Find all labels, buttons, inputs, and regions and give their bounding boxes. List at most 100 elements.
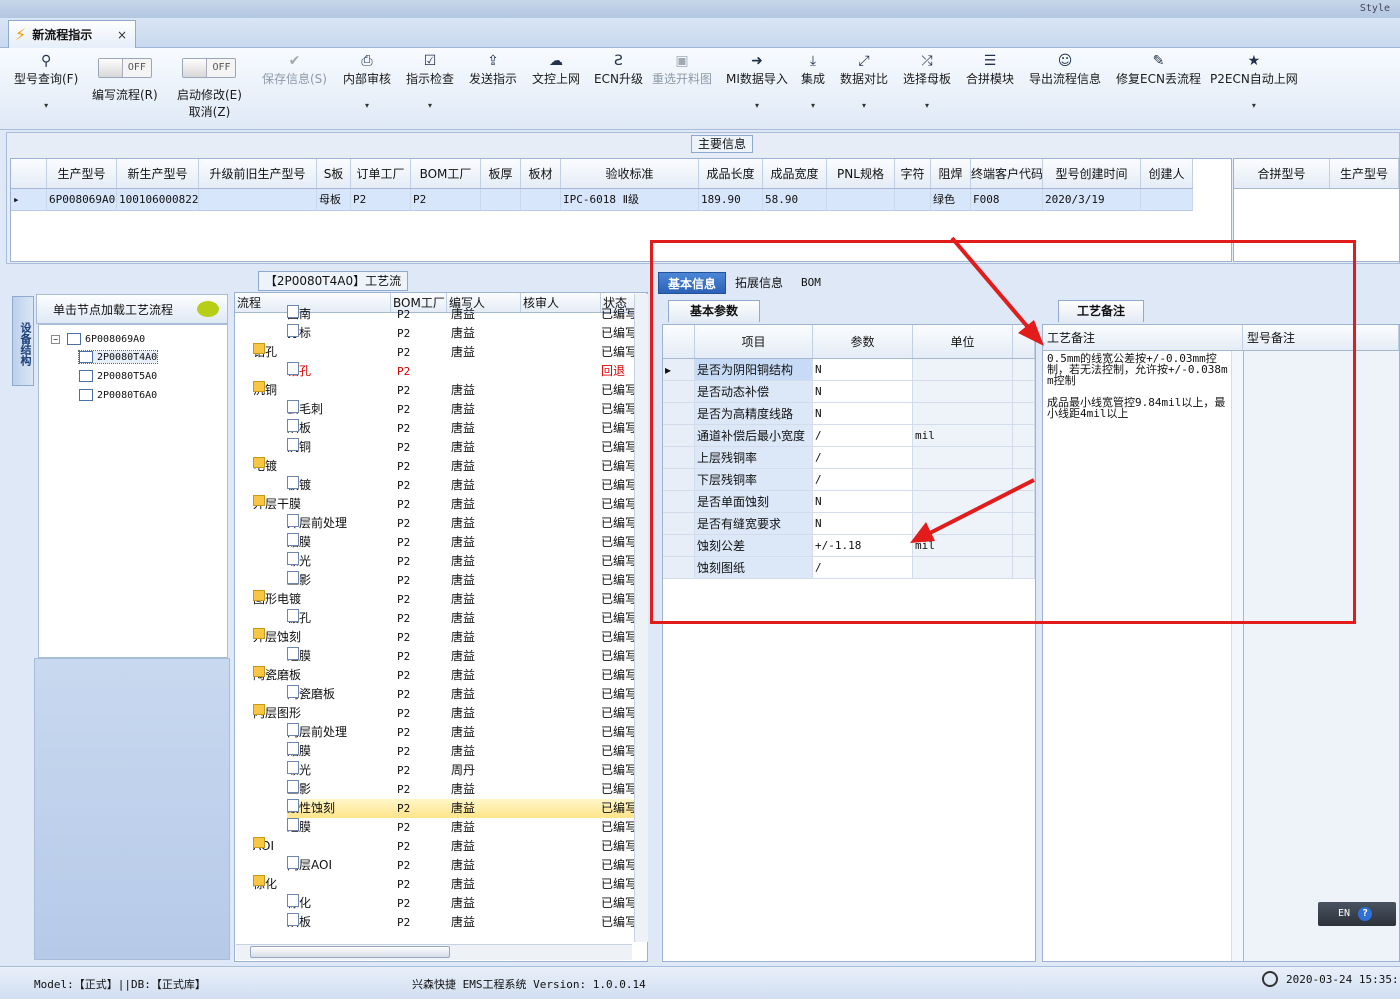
- flow-vertical-scrollbar[interactable]: [634, 294, 648, 942]
- speech-bubble-icon[interactable]: [197, 301, 219, 317]
- flow-row[interactable]: 棕化 P2 唐益 已编写: [235, 894, 637, 913]
- tab-bom[interactable]: BOM: [792, 272, 830, 294]
- table-cell[interactable]: 绿色: [931, 189, 971, 210]
- param-unit[interactable]: mil: [913, 535, 1013, 556]
- flow-row[interactable]: −棕化P2唐益已编写: [235, 875, 637, 894]
- param-unit[interactable]: [913, 381, 1013, 402]
- instruction-check-button[interactable]: ☑ 指示检查 ▾: [406, 52, 454, 110]
- param-row[interactable]: 是否单面蚀刻 N: [663, 491, 1035, 513]
- write-flow-toggle[interactable]: OFF 编写流程(R): [92, 52, 158, 103]
- flow-row[interactable]: 内层前处理 P2 唐益 已编写: [235, 723, 637, 742]
- p2ecn-auto-online-button[interactable]: ★ P2ECN自动上网 ▾: [1210, 52, 1298, 110]
- flow-row[interactable]: 酸性蚀刻 P2 唐益 已编写: [287, 799, 637, 818]
- param-unit[interactable]: [913, 359, 1013, 380]
- param-row[interactable]: ▸ 是否为阴阳铜结构 N: [663, 359, 1035, 381]
- table-row[interactable]: ▸6P008069A010010600082240母板P2P2IPC-6018 …: [11, 189, 1193, 211]
- chevron-down-icon[interactable]: ▾: [862, 101, 866, 110]
- start-modify-toggle[interactable]: OFF 启动修改(E) 取消(Z): [177, 52, 242, 120]
- flow-row[interactable]: −图形电镀P2唐益已编写: [235, 590, 637, 609]
- flow-row[interactable]: 陶瓷磨板 P2 唐益 已编写: [235, 685, 637, 704]
- flow-row[interactable]: 镀孔 P2 唐益 已编写: [235, 609, 637, 628]
- table-cell[interactable]: F008: [971, 189, 1043, 210]
- param-unit[interactable]: mil: [913, 425, 1013, 446]
- param-row[interactable]: 是否有缝宽要求 N: [663, 513, 1035, 535]
- param-unit[interactable]: [913, 469, 1013, 490]
- column-header[interactable]: 订单工厂: [351, 159, 411, 188]
- table-cell[interactable]: IPC-6018 Ⅱ级: [561, 189, 699, 210]
- document-tab[interactable]: ⚡ 新流程指示 ×: [8, 20, 136, 48]
- param-row[interactable]: 下层残铜率 /: [663, 469, 1035, 491]
- column-header[interactable]: PNL规格: [827, 159, 895, 188]
- flow-row[interactable]: 贴膜 P2 唐益 已编写: [235, 533, 637, 552]
- column-header[interactable]: 阻焊: [931, 159, 971, 188]
- param-row[interactable]: 是否动态补偿 N: [663, 381, 1035, 403]
- table-cell[interactable]: [895, 189, 931, 210]
- param-unit[interactable]: [913, 557, 1013, 578]
- chevron-down-icon[interactable]: ▾: [428, 101, 432, 110]
- flow-row[interactable]: −内层图形P2唐益已编写: [235, 704, 637, 723]
- column-header[interactable]: 字符: [895, 159, 931, 188]
- chevron-down-icon[interactable]: ▾: [365, 101, 369, 110]
- column-header[interactable]: 成品宽度: [763, 159, 827, 188]
- param-unit[interactable]: [913, 491, 1013, 512]
- table-cell[interactable]: [199, 189, 317, 210]
- param-value[interactable]: N: [813, 403, 913, 424]
- flow-row[interactable]: 去毛刺 P2 唐益 已编写: [235, 400, 637, 419]
- flow-row[interactable]: −钻孔P2唐益已编写: [235, 343, 637, 362]
- equipment-structure-tab[interactable]: 设备结构: [12, 296, 34, 386]
- table-cell[interactable]: P2: [351, 189, 411, 210]
- param-row[interactable]: 蚀刻公差 +/-1.18 mil: [663, 535, 1035, 557]
- param-value[interactable]: N: [813, 491, 913, 512]
- param-row[interactable]: 是否为高精度线路 N: [663, 403, 1035, 425]
- column-header[interactable]: 板材: [521, 159, 561, 188]
- doc-control-online-button[interactable]: ☁ 文控上网: [532, 52, 580, 87]
- chevron-down-icon[interactable]: ▾: [1252, 101, 1256, 110]
- flow-row[interactable]: 外层前处理 P2 唐益 已编写: [235, 514, 637, 533]
- tree-node[interactable]: 2P0080T6A0: [79, 389, 157, 401]
- chevron-down-icon[interactable]: ▾: [755, 101, 759, 110]
- column-header[interactable]: S板: [317, 159, 351, 188]
- toggle-switch[interactable]: OFF: [97, 58, 152, 78]
- table-cell[interactable]: [827, 189, 895, 210]
- notes-panel[interactable]: 工艺备注 型号备注 0.5mm的线宽公差按+/-0.03mm控制，若无法控制，允…: [1042, 324, 1400, 962]
- table-cell[interactable]: 母板: [317, 189, 351, 210]
- main-info-grid[interactable]: 生产型号 新生产型号 升级前旧生产型号 S板 订单工厂 BOM工厂 板厚 板材 验收标准 成品长度…: [10, 158, 1232, 262]
- column-header[interactable]: 板厚: [481, 159, 521, 188]
- flow-row[interactable]: 板镀 P2 唐益 已编写: [235, 476, 637, 495]
- flow-row[interactable]: 打标 P2 唐益 已编写: [235, 324, 637, 343]
- table-cell[interactable]: P2: [411, 189, 481, 210]
- column-header[interactable]: 新生产型号: [117, 159, 199, 188]
- param-value[interactable]: +/-1.18: [813, 535, 913, 556]
- send-instruction-button[interactable]: ⇪ 发送指示: [469, 52, 517, 87]
- close-icon[interactable]: ×: [117, 28, 127, 42]
- column-header[interactable]: 验收标准: [561, 159, 699, 188]
- param-unit[interactable]: [913, 447, 1013, 468]
- flow-row[interactable]: 烘板 P2 唐益 已编写: [235, 913, 637, 932]
- flow-row[interactable]: 沉铜 P2 唐益 已编写: [235, 438, 637, 457]
- flow-row[interactable]: 贴膜 P2 唐益 已编写: [235, 742, 637, 761]
- flow-row[interactable]: 曝光 P2 周丹 已编写: [235, 761, 637, 780]
- param-value[interactable]: /: [813, 425, 913, 446]
- flow-row[interactable]: −外层干膜P2唐益已编写: [235, 495, 637, 514]
- model-query-button[interactable]: ⚲ 型号查询(F) ▾: [14, 52, 78, 110]
- integrate-button[interactable]: ⤓ 集成 ▾: [801, 52, 825, 110]
- flow-row[interactable]: −沉铜P2唐益已编写: [235, 381, 637, 400]
- data-compare-button[interactable]: ⤢ 数据对比 ▾: [840, 52, 888, 110]
- flow-row[interactable]: 内层AOI P2 唐益 已编写: [235, 856, 637, 875]
- flow-row[interactable]: 曝光 P2 唐益 已编写: [235, 552, 637, 571]
- param-unit[interactable]: [913, 403, 1013, 424]
- process-flow-grid[interactable]: 流程 BOM工厂 编写人 核审人 状态 图南P2唐益已编写打标P2唐益已编写−钻…: [234, 292, 648, 962]
- flow-row[interactable]: −外层蚀刻P2唐益已编写: [235, 628, 637, 647]
- ecn-upgrade-button[interactable]: Ƨ ECN升级: [594, 52, 643, 87]
- flow-row[interactable]: −电镀P2唐益已编写: [235, 457, 637, 476]
- flow-row[interactable]: 退膜 P2 唐益 已编写: [235, 647, 637, 666]
- table-cell[interactable]: 6P008069A0: [47, 189, 117, 210]
- table-cell[interactable]: [521, 189, 561, 210]
- param-value[interactable]: N: [813, 359, 913, 380]
- style-label[interactable]: Style: [1360, 3, 1390, 14]
- tab-basic-params[interactable]: 基本参数: [668, 300, 760, 322]
- model-note-area[interactable]: [1243, 351, 1399, 961]
- model-tree[interactable]: −6P008069A0 2P0080T4A0 2P0080T5A0 2P0080…: [38, 324, 228, 658]
- param-value[interactable]: N: [813, 381, 913, 402]
- column-header[interactable]: 生产型号: [47, 159, 117, 188]
